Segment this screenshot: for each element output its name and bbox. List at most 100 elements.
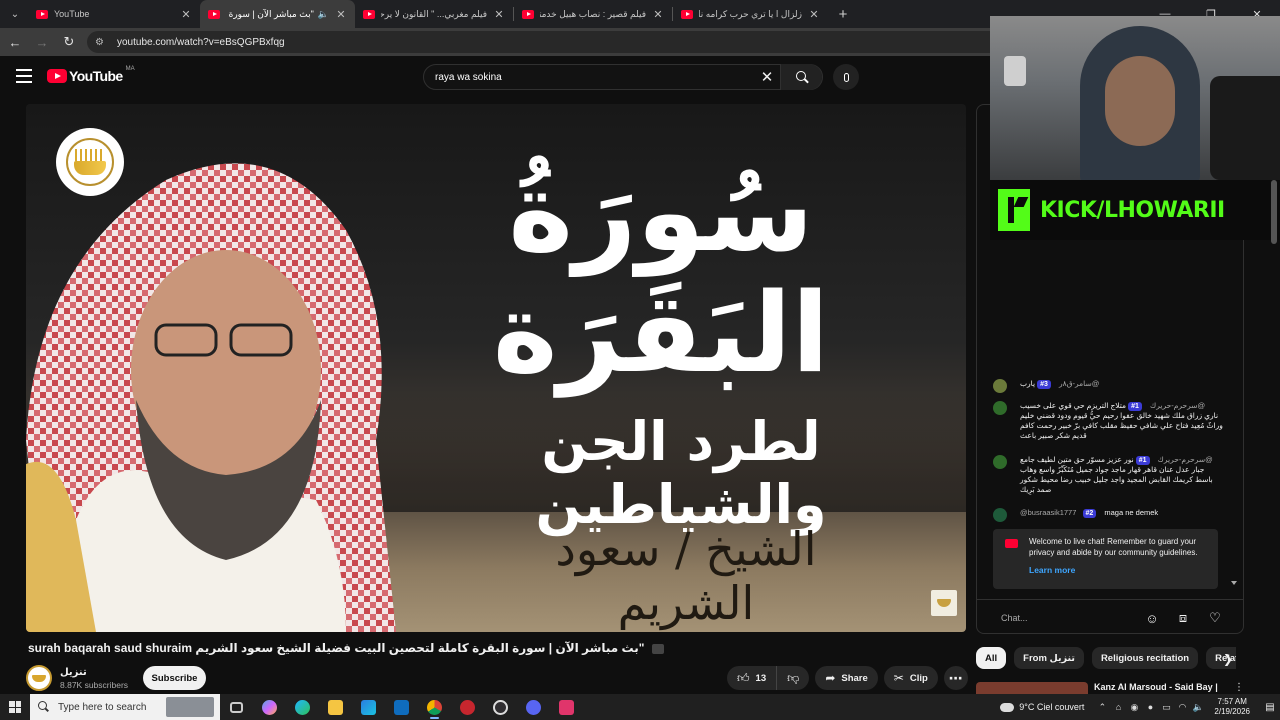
discord-icon[interactable] — [517, 694, 550, 720]
app-pink-icon[interactable] — [550, 694, 583, 720]
search-button[interactable] — [780, 64, 822, 90]
network-icon[interactable]: ⌂ — [1110, 702, 1126, 712]
battery-icon[interactable]: ▭ — [1158, 702, 1174, 713]
reload-icon[interactable]: ↻ — [57, 30, 81, 54]
chat-message: @busraasik1777 #2 maga ne demek — [993, 508, 1223, 522]
live-icon — [651, 643, 664, 654]
task-view-icon[interactable] — [220, 694, 253, 720]
channel-avatar[interactable] — [26, 665, 52, 691]
browser-tab[interactable]: فيلم قصير : نصاب هبيل خدمتو ب ✕ — [514, 0, 672, 28]
chat-avatar[interactable] — [993, 455, 1007, 469]
kick-handle: KICK/LHOWARII — [1040, 197, 1225, 223]
chat-avatar[interactable] — [993, 379, 1007, 393]
chip-religious-recitation[interactable]: Religious recitation — [1091, 647, 1199, 669]
address-bar[interactable]: ⚙ youtube.com/watch?v=eBsQGPBxfqg — [87, 31, 1087, 53]
weather-widget[interactable]: 9°C Ciel couvert — [1000, 702, 1084, 712]
page-scrollbar[interactable] — [1271, 180, 1277, 244]
chat-input[interactable]: Chat... — [991, 607, 1149, 629]
microsoft-store-icon[interactable] — [352, 694, 385, 720]
member-badge: #1 — [1128, 402, 1142, 412]
tab-search-button[interactable]: ⌄ — [2, 3, 28, 25]
app-red-icon[interactable] — [451, 694, 484, 720]
tab-title: YouTube — [54, 9, 90, 19]
discord-tray-icon[interactable]: ● — [1142, 702, 1158, 712]
tab-close-icon[interactable]: ✕ — [335, 8, 347, 21]
browser-tab[interactable]: فيلم مغربي... " القانون لا يرحم " ✕ — [355, 0, 513, 28]
country-code: MA — [125, 66, 135, 72]
share-button[interactable]: ➦ Share — [815, 666, 878, 690]
heart-icon[interactable]: ♡ — [1206, 609, 1224, 627]
clock[interactable]: 7:57 AM 2/19/2026 — [1214, 697, 1250, 717]
channel-branding-icon[interactable] — [931, 590, 957, 616]
video-player[interactable]: سُورَةُ البَقَرَة لطرد الجن والشياطين ال… — [26, 104, 966, 632]
channel-owner: تنزيل 8.87K subscribers — [26, 664, 128, 692]
kick-banner: KICK/LHOWARII — [990, 180, 1280, 240]
tab-close-icon[interactable]: ✕ — [652, 8, 664, 21]
sheikh-portrait-image — [26, 163, 396, 632]
back-arrow-icon[interactable]: ← — [3, 30, 27, 54]
chip-all[interactable]: All — [976, 647, 1007, 669]
clip-button[interactable]: ✂ Clip — [883, 666, 938, 690]
obs-icon[interactable] — [484, 694, 517, 720]
search-icon — [38, 701, 50, 713]
address-url: youtube.com/watch?v=eBsQGPBxfqg — [117, 36, 285, 48]
notification-icon[interactable]: ▤ — [1260, 702, 1280, 713]
recommended-title[interactable]: Kanz Al Marsoud - Said Bay | — [1094, 682, 1218, 692]
chat-avatar[interactable] — [993, 401, 1007, 415]
file-explorer-icon[interactable] — [319, 694, 352, 720]
chrome-icon[interactable] — [418, 694, 451, 720]
browser-tab[interactable]: YouTube ✕ — [28, 0, 200, 28]
chat-message: @سامر-ق٨ر #3 يارب — [993, 379, 1223, 393]
more-actions-icon[interactable]: ⋯ — [943, 666, 968, 690]
taskbar-search[interactable]: Type here to search — [30, 694, 220, 720]
browser-tab-active[interactable]: "بث مباشر الآن | سورة ال 🔈 ✕ — [200, 0, 355, 28]
tab-close-icon[interactable]: ✕ — [493, 8, 505, 21]
tab-close-icon[interactable]: ✕ — [808, 8, 820, 21]
obs-tray-icon[interactable]: ◉ — [1126, 702, 1142, 713]
subscribe-button[interactable]: Subscribe — [143, 666, 206, 690]
notice-text: Welcome to live chat! Remember to guard … — [1029, 537, 1198, 557]
menu-icon[interactable] — [16, 69, 32, 83]
forward-arrow-icon[interactable]: → — [30, 30, 54, 54]
channel-watermark-logo — [56, 128, 124, 196]
outlook-icon[interactable] — [385, 694, 418, 720]
youtube-logo[interactable]: YouTube MA — [47, 66, 135, 84]
like-button[interactable]: 👍︎ 13 — [727, 666, 778, 690]
volume-icon[interactable]: 🔈 — [1190, 702, 1206, 713]
site-info-icon[interactable]: ⚙ — [95, 37, 109, 48]
dislike-button[interactable]: 👎︎ — [777, 671, 809, 686]
like-dislike-group: 👍︎ 13 👎︎ — [727, 666, 810, 690]
windows-start-icon[interactable] — [0, 694, 30, 720]
chevron-right-icon[interactable]: ❯ — [1219, 650, 1237, 668]
super-chat-icon[interactable]: ⧈ — [1174, 609, 1192, 627]
emoji-icon[interactable]: ☺ — [1143, 609, 1161, 627]
member-badge: #3 — [1037, 380, 1051, 390]
wifi-icon[interactable]: ◠ — [1174, 702, 1190, 713]
channel-name[interactable]: تنزيل — [60, 667, 128, 678]
recommended-video[interactable]: Kanz Al Marsoud - Said Bay | ⋮ — [976, 682, 1244, 694]
browser-tab[interactable]: زلزال ا يا تري حرب كرامه ناوي يح ✕ — [673, 0, 828, 28]
chip-from-channel[interactable]: From تنزيل — [1014, 647, 1084, 669]
search-input[interactable]: raya wa sokina — [424, 72, 754, 83]
thumbnail-subtitle: لطرد الجن والشياطين — [535, 410, 827, 536]
windows-taskbar: Type here to search 9°C Ciel couvert ⌃ ⌂… — [0, 694, 1280, 720]
edge-icon[interactable] — [286, 694, 319, 720]
youtube-favicon-icon — [36, 9, 48, 19]
voice-search-button[interactable] — [833, 64, 859, 90]
clear-search-icon[interactable]: ✕ — [754, 68, 780, 86]
kick-logo-icon — [998, 189, 1030, 231]
chat-avatar[interactable] — [993, 508, 1007, 522]
audio-playing-icon[interactable]: 🔈 — [318, 9, 329, 20]
scroll-down-icon[interactable] — [1231, 581, 1237, 585]
new-tab-button[interactable]: + — [832, 3, 854, 25]
more-vert-icon[interactable]: ⋮ — [1234, 682, 1244, 693]
chat-message: @سرحرم-حريرك #1 متلاج التريزم حي قوي على… — [993, 401, 1223, 440]
tab-close-icon[interactable]: ✕ — [180, 8, 192, 21]
chevron-up-icon[interactable]: ⌃ — [1094, 702, 1110, 713]
chat-message: @سرحرم-حريرك #1 نور عزيز مسوّر حق متين ل… — [993, 455, 1223, 494]
search-highlight-image — [166, 697, 214, 717]
copilot-icon[interactable] — [253, 694, 286, 720]
learn-more-link[interactable]: Learn more — [1029, 565, 1210, 575]
video-thumbnail[interactable] — [976, 682, 1088, 694]
share-icon: ➦ — [825, 671, 836, 685]
